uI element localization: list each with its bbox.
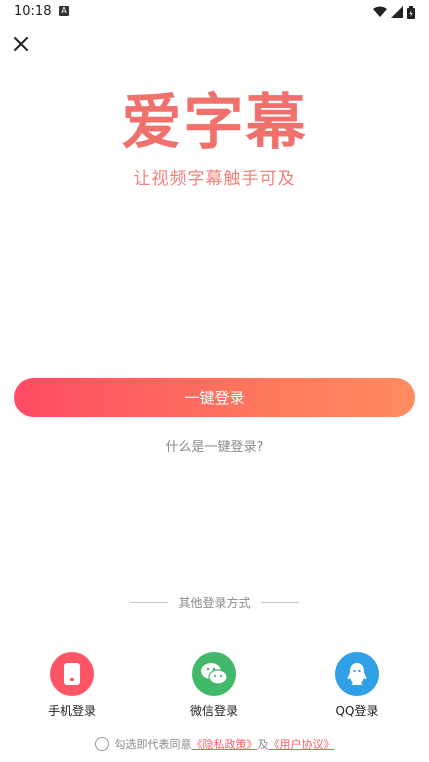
other-login-title: 其他登录方式 <box>178 596 251 610</box>
close-button[interactable] <box>9 32 33 56</box>
agreement-checkbox[interactable] <box>94 737 109 751</box>
wechat-login-label: 微信登录 <box>189 704 238 718</box>
qq-login-button[interactable] <box>335 652 379 696</box>
divider-line-left <box>130 602 169 603</box>
qq-icon <box>347 663 367 685</box>
other-login-divider: 其他登录方式 <box>0 594 429 611</box>
one-click-login-button[interactable]: 一键登录 <box>14 378 415 417</box>
status-icons <box>373 5 415 19</box>
agreement-prefix: 勾选即代表同意 <box>114 738 192 751</box>
wechat-login-button[interactable] <box>192 652 236 696</box>
phone-login-label: 手机登录 <box>47 704 96 718</box>
wechat-icon <box>201 663 228 685</box>
user-agreement-link[interactable]: 《用户协议》 <box>269 736 335 752</box>
qq-login-option[interactable]: QQ登录 <box>307 652 407 719</box>
agreement-row: 勾选即代表同意 《隐私政策》 及 《用户协议》 <box>0 736 429 752</box>
phone-login-option[interactable]: 手机登录 <box>22 652 122 719</box>
wifi-icon <box>373 6 387 17</box>
qq-login-label: QQ登录 <box>335 704 379 718</box>
privacy-policy-link[interactable]: 《隐私政策》 <box>192 736 258 752</box>
divider-line-right <box>260 602 299 603</box>
battery-icon <box>407 5 415 19</box>
app-logo: 爱字幕 让视频字幕触手可及 <box>0 84 429 194</box>
status-time: 10:18 <box>14 4 52 19</box>
what-is-one-click-login-link[interactable]: 什么是一键登录? <box>0 436 429 455</box>
agreement-and: 及 <box>257 738 269 751</box>
status-bar: 10:18 A <box>0 0 429 24</box>
logo-slogan: 让视频字幕触手可及 <box>133 169 296 189</box>
wechat-login-option[interactable]: 微信登录 <box>164 652 264 719</box>
logo-text: 爱字幕 <box>121 88 308 158</box>
phone-icon <box>64 663 80 685</box>
close-icon <box>14 37 28 51</box>
phone-login-button[interactable] <box>50 652 94 696</box>
signal-icon <box>391 6 403 18</box>
notification-badge-icon: A <box>59 6 69 16</box>
